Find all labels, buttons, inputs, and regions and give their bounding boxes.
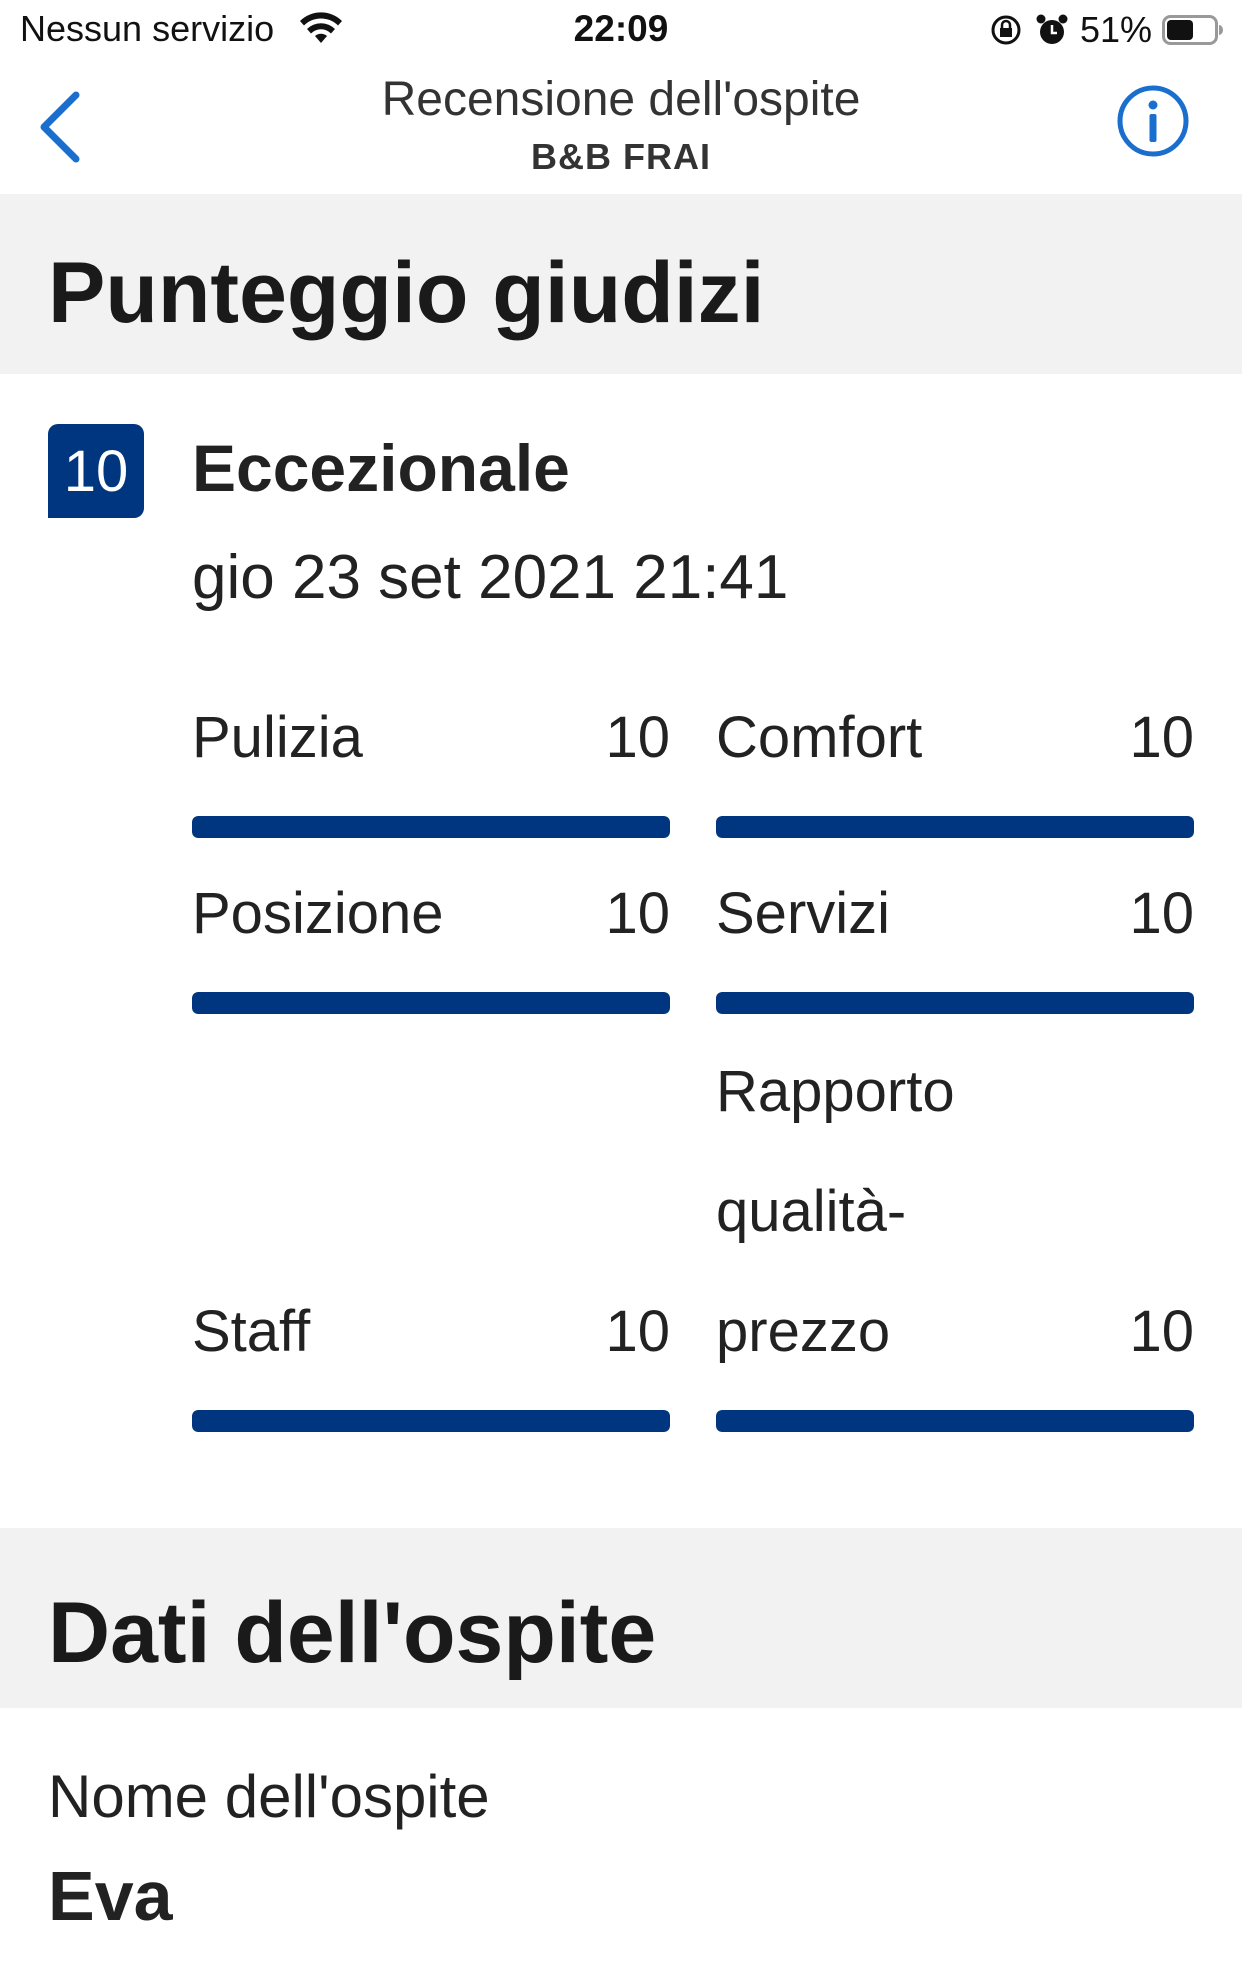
score-bar-fill	[716, 992, 1194, 1014]
category-staff: Staff 10	[192, 1284, 670, 1432]
category-comfort: Comfort 10	[716, 690, 1194, 838]
score-bar-fill	[192, 816, 670, 838]
review-date: gio 23 set 2021 21:41	[192, 543, 789, 612]
status-bar: Nessun servizio 22:09 51%	[0, 0, 1242, 62]
category-services: Servizi 10	[716, 866, 1194, 1014]
category-label: Posizione	[192, 881, 444, 946]
section-title: Dati dell'ospite	[48, 1585, 657, 1681]
nav-bar: Recensione dell'ospite B&B FRAI	[0, 62, 1242, 194]
battery-icon	[1162, 15, 1223, 45]
category-label: Rapporto qualità-prezzo	[716, 1059, 955, 1364]
alarm-icon	[1036, 14, 1068, 44]
score-bar-fill	[192, 1410, 670, 1432]
category-value: 10	[605, 1299, 670, 1364]
rotation-lock-icon	[991, 15, 1021, 45]
status-right: 51%	[988, 8, 1224, 52]
overall-score-badge: 10	[48, 424, 144, 518]
scores-section-header: Punteggio giudizi	[0, 194, 1242, 374]
category-cleanliness: Pulizia 10	[192, 690, 670, 838]
info-icon[interactable]	[1116, 84, 1190, 158]
guest-section-header: Dati dell'ospite	[0, 1528, 1242, 1708]
category-value-for-money: Rapporto qualità-prezzo 10	[716, 1040, 1194, 1432]
property-name: B&B FRAI	[531, 136, 711, 177]
score-bar	[716, 1410, 1194, 1432]
category-value: 10	[605, 881, 670, 946]
score-bar	[192, 992, 670, 1014]
category-value: 10	[1129, 705, 1194, 770]
battery-percent: 51%	[1079, 9, 1152, 50]
page-title: Recensione dell'ospite	[381, 73, 861, 126]
category-value: 10	[1129, 1299, 1194, 1364]
category-label: Staff	[192, 1299, 311, 1364]
category-label: Comfort	[716, 705, 923, 770]
score-bar	[192, 1410, 670, 1432]
guest-name-label: Nome dell'ospite	[48, 1763, 490, 1830]
score-bar-fill	[192, 992, 670, 1014]
guest-name-value: Eva	[48, 1857, 173, 1935]
category-label: Pulizia	[192, 705, 363, 770]
overall-score-label: Eccezionale	[192, 431, 570, 505]
category-location: Posizione 10	[192, 866, 670, 1014]
category-value: 10	[605, 705, 670, 770]
score-bar-fill	[716, 1410, 1194, 1432]
score-bar	[716, 816, 1194, 838]
score-bar	[192, 816, 670, 838]
category-value: 10	[1129, 881, 1194, 946]
score-bar	[716, 992, 1194, 1014]
category-label: Servizi	[716, 881, 891, 946]
section-title: Punteggio giudizi	[48, 245, 765, 341]
score-bar-fill	[716, 816, 1194, 838]
